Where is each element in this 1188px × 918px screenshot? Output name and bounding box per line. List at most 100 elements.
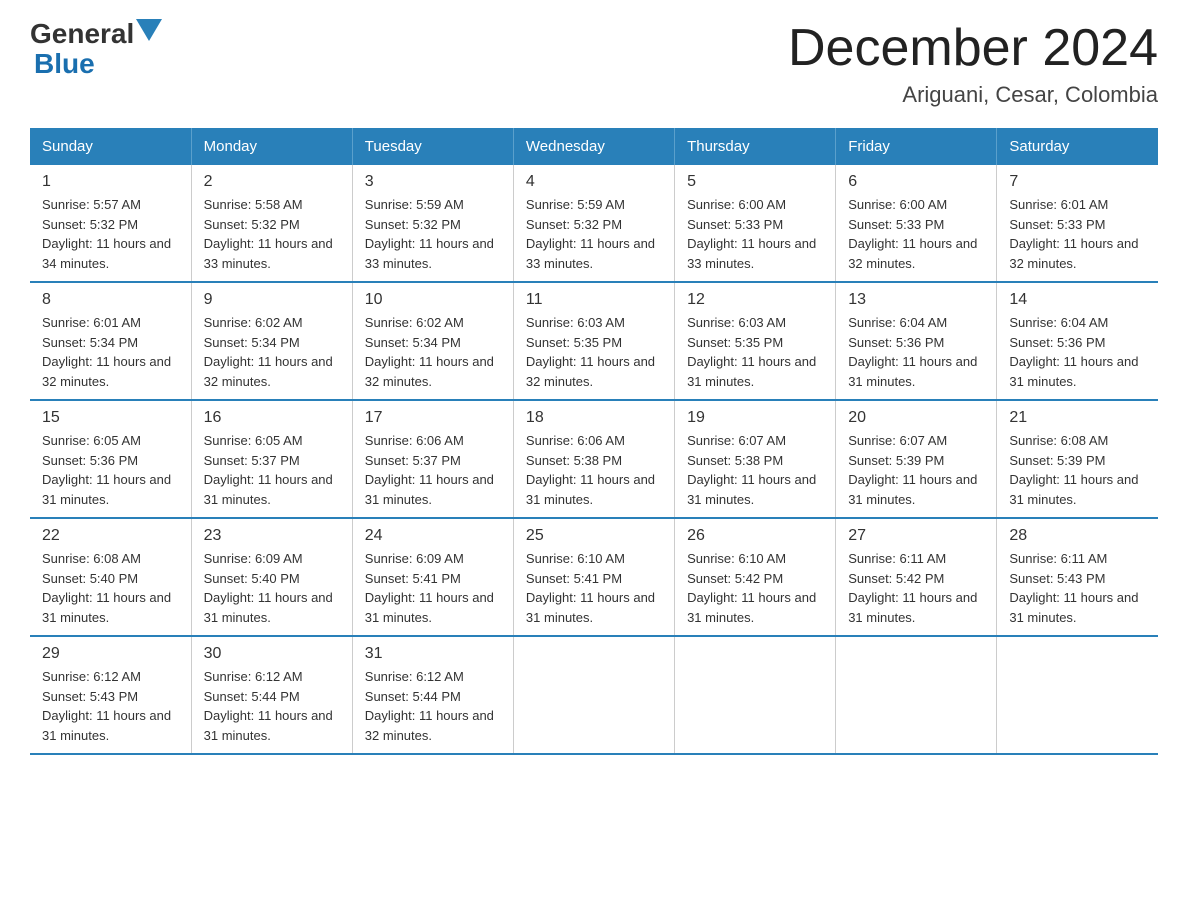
daylight-label: Daylight: 11 hours and 31 minutes. — [204, 708, 333, 743]
day-number: 31 — [365, 645, 501, 663]
day-cell: 15 Sunrise: 6:05 AM Sunset: 5:36 PM Dayl… — [30, 400, 191, 518]
day-cell: 13 Sunrise: 6:04 AM Sunset: 5:36 PM Dayl… — [836, 282, 997, 400]
sunset-label: Sunset: 5:37 PM — [204, 453, 300, 468]
sunrise-label: Sunrise: 6:06 AM — [365, 433, 464, 448]
day-info: Sunrise: 6:05 AM Sunset: 5:36 PM Dayligh… — [42, 431, 179, 509]
sunrise-label: Sunrise: 6:06 AM — [526, 433, 625, 448]
daylight-label: Daylight: 11 hours and 31 minutes. — [687, 354, 816, 389]
day-info: Sunrise: 6:09 AM Sunset: 5:41 PM Dayligh… — [365, 549, 501, 627]
day-cell: 24 Sunrise: 6:09 AM Sunset: 5:41 PM Dayl… — [352, 518, 513, 636]
sunset-label: Sunset: 5:40 PM — [204, 571, 300, 586]
sunset-label: Sunset: 5:32 PM — [204, 217, 300, 232]
sunset-label: Sunset: 5:39 PM — [848, 453, 944, 468]
day-number: 10 — [365, 291, 501, 309]
day-cell: 6 Sunrise: 6:00 AM Sunset: 5:33 PM Dayli… — [836, 165, 997, 282]
day-cell: 21 Sunrise: 6:08 AM Sunset: 5:39 PM Dayl… — [997, 400, 1158, 518]
logo: General Blue — [30, 20, 162, 80]
day-number: 30 — [204, 645, 340, 663]
daylight-label: Daylight: 11 hours and 33 minutes. — [365, 236, 494, 271]
day-cell: 19 Sunrise: 6:07 AM Sunset: 5:38 PM Dayl… — [675, 400, 836, 518]
day-cell: 4 Sunrise: 5:59 AM Sunset: 5:32 PM Dayli… — [513, 165, 674, 282]
sunset-label: Sunset: 5:33 PM — [687, 217, 783, 232]
sunrise-label: Sunrise: 6:11 AM — [1009, 551, 1107, 566]
day-info: Sunrise: 6:10 AM Sunset: 5:41 PM Dayligh… — [526, 549, 662, 627]
sunset-label: Sunset: 5:32 PM — [526, 217, 622, 232]
day-info: Sunrise: 6:02 AM Sunset: 5:34 PM Dayligh… — [204, 313, 340, 391]
daylight-label: Daylight: 11 hours and 32 minutes. — [1009, 236, 1138, 271]
sunset-label: Sunset: 5:36 PM — [1009, 335, 1105, 350]
sunrise-label: Sunrise: 6:11 AM — [848, 551, 946, 566]
sunset-label: Sunset: 5:38 PM — [526, 453, 622, 468]
sunrise-label: Sunrise: 6:10 AM — [526, 551, 625, 566]
day-number: 7 — [1009, 173, 1146, 191]
daylight-label: Daylight: 11 hours and 32 minutes. — [365, 354, 494, 389]
sunrise-label: Sunrise: 6:00 AM — [848, 197, 947, 212]
logo-triangle-icon — [136, 19, 162, 41]
daylight-label: Daylight: 11 hours and 31 minutes. — [204, 472, 333, 507]
day-info: Sunrise: 6:06 AM Sunset: 5:38 PM Dayligh… — [526, 431, 662, 509]
sunset-label: Sunset: 5:42 PM — [687, 571, 783, 586]
header-cell-sunday: Sunday — [30, 128, 191, 165]
day-info: Sunrise: 6:12 AM Sunset: 5:43 PM Dayligh… — [42, 667, 179, 745]
day-info: Sunrise: 6:06 AM Sunset: 5:37 PM Dayligh… — [365, 431, 501, 509]
day-info: Sunrise: 6:00 AM Sunset: 5:33 PM Dayligh… — [848, 195, 984, 273]
sunrise-label: Sunrise: 6:12 AM — [365, 669, 464, 684]
daylight-label: Daylight: 11 hours and 33 minutes. — [526, 236, 655, 271]
day-info: Sunrise: 6:01 AM Sunset: 5:34 PM Dayligh… — [42, 313, 179, 391]
sunrise-label: Sunrise: 6:05 AM — [204, 433, 303, 448]
day-number: 25 — [526, 527, 662, 545]
daylight-label: Daylight: 11 hours and 31 minutes. — [42, 590, 171, 625]
day-info: Sunrise: 6:11 AM Sunset: 5:43 PM Dayligh… — [1009, 549, 1146, 627]
day-info: Sunrise: 5:59 AM Sunset: 5:32 PM Dayligh… — [526, 195, 662, 273]
daylight-label: Daylight: 11 hours and 33 minutes. — [204, 236, 333, 271]
day-number: 27 — [848, 527, 984, 545]
sunset-label: Sunset: 5:33 PM — [1009, 217, 1105, 232]
day-cell: 30 Sunrise: 6:12 AM Sunset: 5:44 PM Dayl… — [191, 636, 352, 754]
week-row-1: 1 Sunrise: 5:57 AM Sunset: 5:32 PM Dayli… — [30, 165, 1158, 282]
daylight-label: Daylight: 11 hours and 32 minutes. — [526, 354, 655, 389]
day-number: 1 — [42, 173, 179, 191]
day-number: 11 — [526, 291, 662, 309]
sunset-label: Sunset: 5:34 PM — [204, 335, 300, 350]
daylight-label: Daylight: 11 hours and 31 minutes. — [1009, 472, 1138, 507]
day-number: 16 — [204, 409, 340, 427]
day-cell: 16 Sunrise: 6:05 AM Sunset: 5:37 PM Dayl… — [191, 400, 352, 518]
calendar-body: 1 Sunrise: 5:57 AM Sunset: 5:32 PM Dayli… — [30, 165, 1158, 754]
header-cell-monday: Monday — [191, 128, 352, 165]
day-number: 29 — [42, 645, 179, 663]
daylight-label: Daylight: 11 hours and 31 minutes. — [42, 472, 171, 507]
sunrise-label: Sunrise: 6:12 AM — [204, 669, 303, 684]
sunrise-label: Sunrise: 6:07 AM — [848, 433, 947, 448]
daylight-label: Daylight: 11 hours and 31 minutes. — [848, 472, 977, 507]
sunrise-label: Sunrise: 6:08 AM — [42, 551, 141, 566]
daylight-label: Daylight: 11 hours and 31 minutes. — [204, 590, 333, 625]
month-year-title: December 2024 — [788, 20, 1158, 77]
sunset-label: Sunset: 5:41 PM — [365, 571, 461, 586]
day-number: 23 — [204, 527, 340, 545]
location-subtitle: Ariguani, Cesar, Colombia — [788, 82, 1158, 108]
daylight-label: Daylight: 11 hours and 31 minutes. — [687, 590, 816, 625]
sunrise-label: Sunrise: 5:57 AM — [42, 197, 141, 212]
sunrise-label: Sunrise: 6:00 AM — [687, 197, 786, 212]
sunrise-label: Sunrise: 6:01 AM — [42, 315, 141, 330]
day-number: 8 — [42, 291, 179, 309]
day-number: 9 — [204, 291, 340, 309]
header-cell-wednesday: Wednesday — [513, 128, 674, 165]
week-row-5: 29 Sunrise: 6:12 AM Sunset: 5:43 PM Dayl… — [30, 636, 1158, 754]
day-cell: 31 Sunrise: 6:12 AM Sunset: 5:44 PM Dayl… — [352, 636, 513, 754]
sunset-label: Sunset: 5:34 PM — [42, 335, 138, 350]
day-cell: 29 Sunrise: 6:12 AM Sunset: 5:43 PM Dayl… — [30, 636, 191, 754]
sunset-label: Sunset: 5:33 PM — [848, 217, 944, 232]
sunset-label: Sunset: 5:37 PM — [365, 453, 461, 468]
day-info: Sunrise: 6:03 AM Sunset: 5:35 PM Dayligh… — [526, 313, 662, 391]
day-cell: 14 Sunrise: 6:04 AM Sunset: 5:36 PM Dayl… — [997, 282, 1158, 400]
daylight-label: Daylight: 11 hours and 32 minutes. — [848, 236, 977, 271]
day-cell: 9 Sunrise: 6:02 AM Sunset: 5:34 PM Dayli… — [191, 282, 352, 400]
sunset-label: Sunset: 5:36 PM — [42, 453, 138, 468]
day-number: 15 — [42, 409, 179, 427]
day-info: Sunrise: 6:08 AM Sunset: 5:39 PM Dayligh… — [1009, 431, 1146, 509]
header-cell-saturday: Saturday — [997, 128, 1158, 165]
sunset-label: Sunset: 5:43 PM — [1009, 571, 1105, 586]
sunrise-label: Sunrise: 6:05 AM — [42, 433, 141, 448]
day-number: 22 — [42, 527, 179, 545]
